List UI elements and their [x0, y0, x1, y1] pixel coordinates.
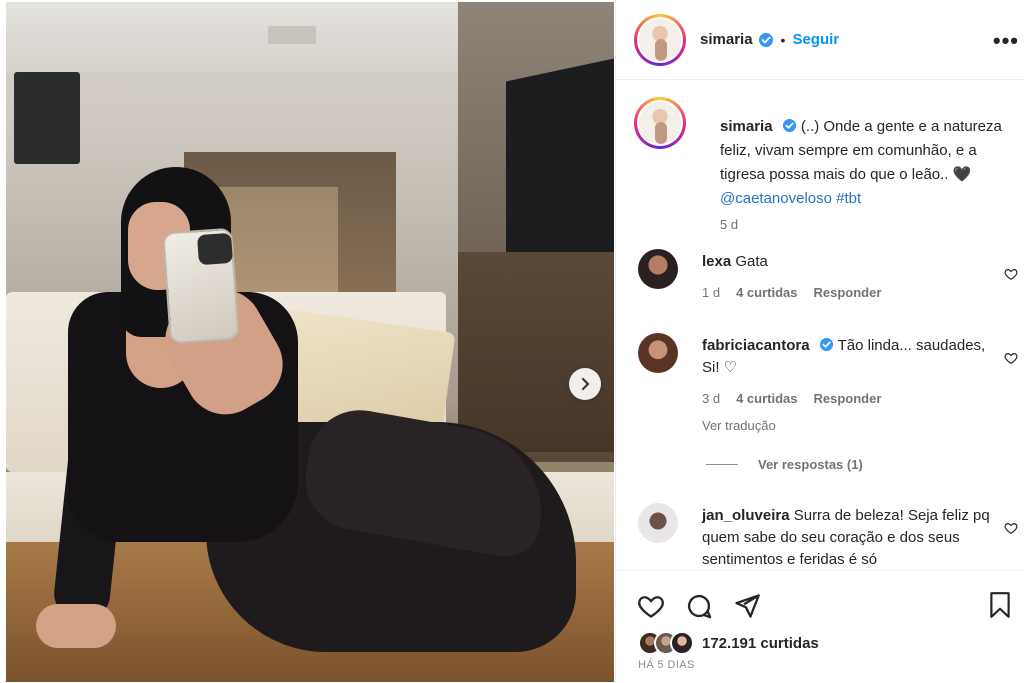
post-header: simaria • Seguir •••	[616, 0, 1024, 80]
post-actions: 172.191 curtidas HÁ 5 DIAS	[616, 570, 1024, 683]
comment-likes[interactable]: 4 curtidas	[736, 388, 797, 410]
divider-line	[706, 464, 738, 465]
view-replies-button[interactable]: Ver respostas (1)	[706, 457, 863, 472]
comment-likes[interactable]: 4 curtidas	[736, 282, 797, 304]
view-replies-label: Ver respostas (1)	[758, 457, 863, 472]
post-side-panel: simaria • Seguir ••• simaria (..) Onde a…	[615, 0, 1024, 683]
comment-text: Gata	[735, 253, 768, 270]
chevron-right-icon	[581, 377, 590, 391]
separator-dot: •	[780, 31, 786, 48]
like-comment-heart-icon[interactable]	[1004, 521, 1018, 540]
caption-avatar[interactable]	[634, 97, 686, 149]
commenter-avatar[interactable]	[638, 249, 678, 289]
commenter-username[interactable]: jan_oluveira	[702, 507, 790, 524]
commenter-username[interactable]: lexa	[702, 253, 731, 270]
more-options-icon[interactable]: •••	[993, 28, 1019, 54]
commenter-username[interactable]: fabriciacantora	[702, 337, 810, 354]
likes-summary[interactable]: 172.191 curtidas	[638, 631, 819, 655]
reply-button[interactable]: Responder	[814, 388, 882, 410]
verified-badge-icon	[782, 118, 797, 133]
likes-count[interactable]: 172.191	[702, 635, 756, 652]
caption-timestamp[interactable]: 5 d	[720, 217, 738, 232]
next-photo-button[interactable]	[569, 368, 601, 400]
comment-time[interactable]: 3 d	[702, 388, 720, 410]
like-comment-heart-icon[interactable]	[1004, 267, 1018, 286]
follow-button[interactable]: Seguir	[792, 31, 839, 48]
mention-link[interactable]: @caetanoveloso	[720, 190, 832, 207]
post-timestamp: HÁ 5 DIAS	[638, 659, 695, 671]
share-send-icon[interactable]	[732, 591, 762, 621]
comment-bubble-icon[interactable]	[684, 591, 714, 621]
liker-avatar	[670, 631, 694, 655]
reply-button[interactable]: Responder	[814, 282, 882, 304]
verified-badge-icon	[819, 337, 834, 352]
commenter-avatar[interactable]	[638, 333, 678, 373]
comments-section[interactable]: simaria (..) Onde a gente e a natureza f…	[616, 81, 1024, 569]
like-heart-icon[interactable]	[636, 591, 666, 621]
hashtag-link[interactable]: #tbt	[836, 190, 861, 207]
likes-label: curtidas	[760, 634, 819, 652]
author-username[interactable]: simaria	[700, 31, 753, 48]
see-translation-link[interactable]: Ver tradução	[702, 415, 1002, 437]
post-photo[interactable]	[6, 2, 614, 682]
author-avatar[interactable]	[634, 13, 686, 66]
save-bookmark-icon[interactable]	[987, 591, 1013, 624]
verified-badge-icon	[758, 32, 774, 48]
like-comment-heart-icon[interactable]	[1004, 351, 1018, 370]
comment-time[interactable]: 1 d	[702, 282, 720, 304]
caption-username[interactable]: simaria	[720, 118, 773, 135]
commenter-avatar[interactable]	[638, 503, 678, 543]
